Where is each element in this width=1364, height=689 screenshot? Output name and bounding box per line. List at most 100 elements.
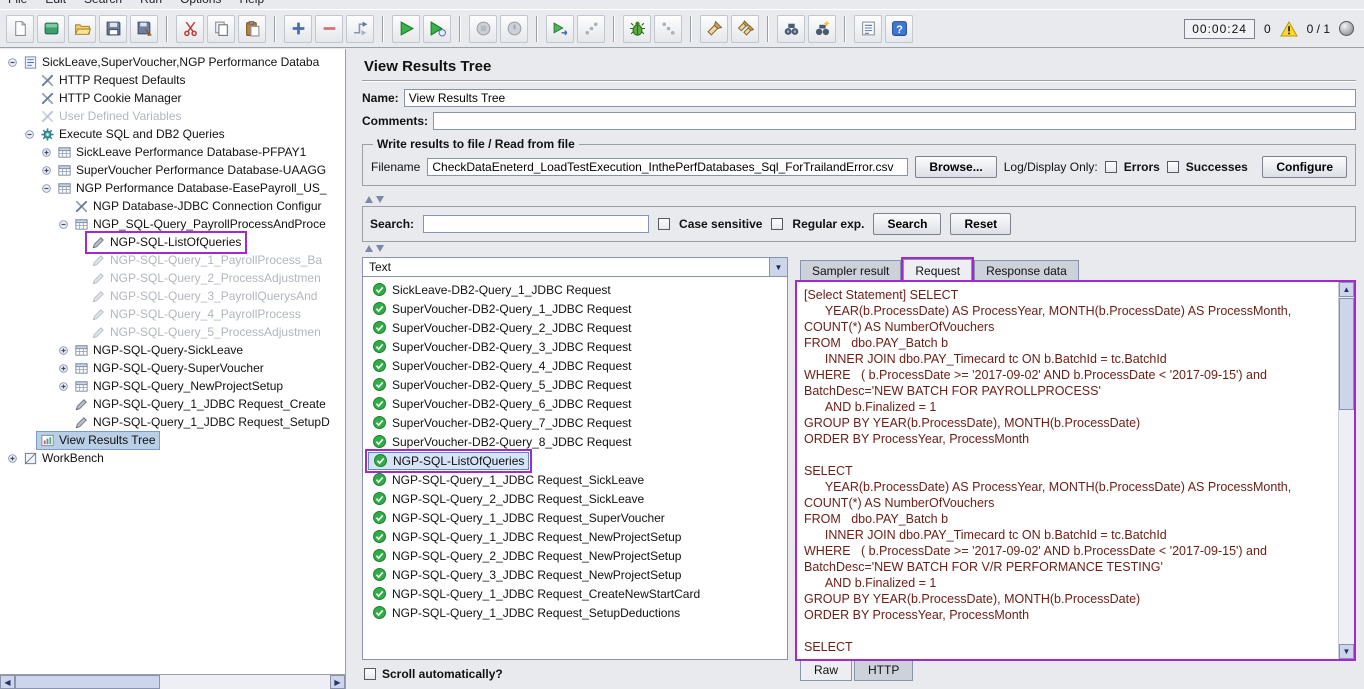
scrollbar-track[interactable]	[1339, 297, 1354, 644]
warning-icon[interactable]	[1279, 20, 1298, 37]
search-panel-collapse-toggle[interactable]	[362, 194, 1356, 204]
configure-button[interactable]: Configure	[1262, 156, 1347, 178]
tree-item[interactable]: NGP-SQL-Query_3_PayrollQuerysAnd	[0, 287, 345, 305]
templates-button[interactable]	[37, 14, 65, 43]
result-item[interactable]: SuperVoucher-DB2-Query_5_JDBC Request	[363, 375, 787, 394]
scrollbar-thumb[interactable]	[15, 675, 160, 689]
results-panel-collapse-toggle[interactable]	[362, 243, 1356, 253]
tree-item[interactable]: HTTP Request Defaults	[0, 71, 345, 89]
result-item[interactable]: SuperVoucher-DB2-Query_1_JDBC Request	[363, 299, 787, 318]
search-button[interactable]: Search	[873, 213, 942, 235]
comments-input[interactable]	[433, 112, 1356, 130]
tree-item[interactable]: View Results Tree	[0, 430, 345, 450]
tree-item[interactable]: SuperVoucher Performance Database-UAAGG	[0, 161, 345, 179]
result-item[interactable]: SickLeave-DB2-Query_1_JDBC Request	[363, 280, 787, 299]
result-item[interactable]: NGP-SQL-ListOfQueries	[363, 448, 787, 473]
tree-item[interactable]: NGP-SQL-Query_1_PayrollProcess_Ba	[0, 251, 345, 269]
menu-file[interactable]: File	[8, 0, 27, 6]
tree-item[interactable]: NGP-SQL-Query_1_JDBC Request_Create	[0, 395, 345, 413]
browse-button[interactable]: Browse...	[915, 156, 997, 178]
tree-item[interactable]: SickLeave Performance Database-PFPAY1	[0, 143, 345, 161]
tree-item[interactable]: NGP-SQL-ListOfQueries	[0, 230, 345, 254]
result-item[interactable]: NGP-SQL-Query_3_JDBC Request_NewProjectS…	[363, 565, 787, 584]
remove-button[interactable]	[315, 14, 343, 43]
regular-exp-checkbox[interactable]	[771, 218, 784, 230]
result-item[interactable]: SuperVoucher-DB2-Query_6_JDBC Request	[363, 394, 787, 413]
result-item[interactable]: NGP-SQL-Query_1_JDBC Request_SuperVouche…	[363, 508, 787, 527]
tree-item[interactable]: SickLeave,SuperVoucher,NGP Performance D…	[0, 53, 345, 71]
debug-stop-button[interactable]	[654, 14, 682, 43]
tree-toggle-icon[interactable]	[56, 381, 71, 392]
tree-toggle-icon[interactable]	[39, 183, 54, 194]
cut-button[interactable]	[176, 14, 204, 43]
tree-item[interactable]: NGP-SQL-Query_NewProjectSetup	[0, 377, 345, 395]
tree-item[interactable]: WorkBench	[0, 449, 345, 467]
tree-toggle-icon[interactable]	[22, 129, 37, 140]
tree-item[interactable]: NGP Database-JDBC Connection Configur	[0, 197, 345, 215]
tab-response-data[interactable]: Response data	[974, 260, 1079, 280]
request-vertical-scrollbar[interactable]: ▲ ▼	[1338, 282, 1354, 659]
tree-horizontal-scrollbar[interactable]: ◀ ▶	[0, 674, 345, 689]
result-item[interactable]: NGP-SQL-Query_1_JDBC Request_NewProjectS…	[363, 527, 787, 546]
tree-item[interactable]: NGP-SQL-Query_4_PayrollProcess	[0, 305, 345, 323]
tree-toggle-icon[interactable]	[39, 165, 54, 176]
tab-raw[interactable]: Raw	[800, 661, 853, 681]
search-reset-button[interactable]	[808, 14, 836, 43]
chevron-down-icon[interactable]: ▼	[769, 258, 787, 276]
result-item[interactable]: SuperVoucher-DB2-Query_2_JDBC Request	[363, 318, 787, 337]
tree-toggle-icon[interactable]	[56, 219, 71, 230]
result-item[interactable]: SuperVoucher-DB2-Query_7_JDBC Request	[363, 413, 787, 432]
stop-button[interactable]	[469, 14, 497, 43]
menu-search[interactable]: Search	[84, 0, 122, 6]
help-button[interactable]: ?	[885, 14, 913, 43]
name-input[interactable]	[403, 89, 1356, 107]
result-item[interactable]: SuperVoucher-DB2-Query_3_JDBC Request	[363, 337, 787, 356]
tree-item[interactable]: NGP-SQL-Query-SuperVoucher	[0, 359, 345, 377]
search-input[interactable]	[423, 215, 650, 233]
save-button[interactable]	[99, 14, 127, 43]
request-text[interactable]: [Select Statement] SELECT YEAR(b.Process…	[799, 284, 1336, 657]
tree-toggle-icon[interactable]	[39, 147, 54, 158]
scrollbar-thumb[interactable]	[1339, 298, 1354, 410]
tree-item[interactable]: Execute SQL and DB2 Queries	[0, 125, 345, 143]
tree-toggle-icon[interactable]	[56, 363, 71, 374]
remote-stop-button[interactable]	[577, 14, 605, 43]
tree-item[interactable]: HTTP Cookie Manager	[0, 89, 345, 107]
result-item[interactable]: NGP-SQL-Query_1_JDBC Request_CreateNewSt…	[363, 584, 787, 603]
tab-sampler-result[interactable]: Sampler result	[800, 260, 902, 280]
scroll-up-icon[interactable]: ▲	[1339, 282, 1354, 297]
filename-input[interactable]	[427, 158, 909, 176]
tree-item[interactable]: User Defined Variables	[0, 107, 345, 125]
scroll-down-icon[interactable]: ▼	[1339, 644, 1354, 659]
result-item[interactable]: NGP-SQL-Query_2_JDBC Request_NewProjectS…	[363, 546, 787, 565]
tab-http[interactable]: HTTP	[854, 661, 914, 681]
clear-all-button[interactable]	[731, 14, 759, 43]
copy-button[interactable]	[207, 14, 235, 43]
toggle-button[interactable]	[346, 14, 374, 43]
successes-checkbox[interactable]	[1166, 161, 1179, 173]
view-mode-dropdown[interactable]: Text ▼	[362, 257, 788, 277]
tree-item[interactable]: NGP-SQL-Query_1_JDBC Request_SetupD	[0, 413, 345, 431]
clear-button[interactable]	[700, 14, 728, 43]
result-item[interactable]: NGP-SQL-Query_1_JDBC Request_SickLeave	[363, 470, 787, 489]
scroll-left-icon[interactable]: ◀	[0, 675, 15, 689]
debug-button[interactable]	[623, 14, 651, 43]
tree-toggle-icon[interactable]	[56, 345, 71, 356]
scroll-automatically-checkbox[interactable]	[364, 667, 376, 680]
tree-item[interactable]: NGP_SQL-Query_PayrollProcessAndProce	[0, 215, 345, 233]
scrollbar-track[interactable]	[15, 675, 330, 689]
menu-options[interactable]: Options	[180, 0, 221, 6]
menu-edit[interactable]: Edit	[45, 0, 66, 6]
new-file-button[interactable]	[6, 14, 34, 43]
result-item[interactable]: NGP-SQL-Query_2_JDBC Request_SickLeave	[363, 489, 787, 508]
start-no-pauses-button[interactable]	[423, 14, 451, 43]
remote-start-button[interactable]	[546, 14, 574, 43]
tree-toggle-icon[interactable]	[5, 453, 20, 464]
save-as-button[interactable]	[130, 14, 158, 43]
shutdown-button[interactable]	[500, 14, 528, 43]
reset-button[interactable]: Reset	[950, 213, 1012, 235]
scroll-right-icon[interactable]: ▶	[330, 675, 345, 689]
open-folder-button[interactable]	[68, 14, 96, 43]
tree-item[interactable]: NGP-SQL-Query_2_ProcessAdjustmen	[0, 269, 345, 287]
case-sensitive-checkbox[interactable]	[658, 218, 671, 230]
